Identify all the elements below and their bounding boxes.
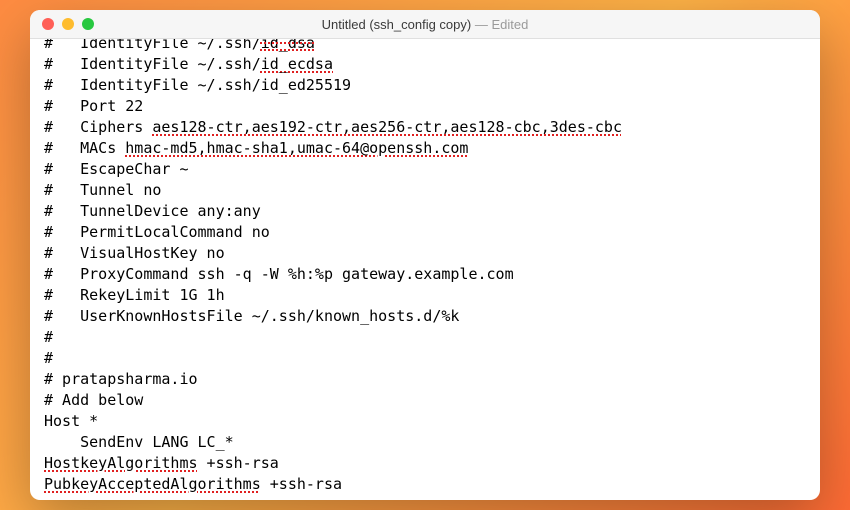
text-fragment: # ProxyCommand ssh -q -W %h:%p gateway.e…: [44, 265, 514, 283]
close-icon[interactable]: [42, 18, 54, 30]
editor-line[interactable]: # pratapsharma.io: [44, 369, 806, 390]
editor-line[interactable]: # VisualHostKey no: [44, 243, 806, 264]
editor-line[interactable]: # Port 22: [44, 96, 806, 117]
editor-line[interactable]: # IdentityFile ~/.ssh/id_ecdsa: [44, 54, 806, 75]
text-fragment: SendEnv LANG LC_*: [44, 433, 234, 451]
editor-line[interactable]: # PermitLocalCommand no: [44, 222, 806, 243]
text-fragment: # pratapsharma.io: [44, 370, 198, 388]
text-fragment: # MACs: [44, 139, 125, 157]
window-title: Untitled (ssh_config copy) — Edited: [30, 17, 820, 32]
editor-line[interactable]: PubkeyAcceptedAlgorithms +ssh-rsa: [44, 474, 806, 495]
text-fragment: # IdentityFile ~/.ssh/: [44, 39, 261, 52]
text-fragment: # UserKnownHostsFile ~/.ssh/known_hosts.…: [44, 307, 459, 325]
editor-line[interactable]: # Tunnel no: [44, 180, 806, 201]
editor-line[interactable]: Host *: [44, 411, 806, 432]
text-fragment: # PermitLocalCommand no: [44, 223, 270, 241]
zoom-icon[interactable]: [82, 18, 94, 30]
editor-line[interactable]: # EscapeChar ~: [44, 159, 806, 180]
text-fragment: # EscapeChar ~: [44, 160, 189, 178]
editor-line[interactable]: # RekeyLimit 1G 1h: [44, 285, 806, 306]
text-fragment: # IdentityFile ~/.ssh/: [44, 55, 261, 73]
editor-line[interactable]: # MACs hmac-md5,hmac-sha1,umac-64@openss…: [44, 138, 806, 159]
spellcheck-underline: id_dsa: [261, 39, 315, 52]
text-fragment: # RekeyLimit 1G 1h: [44, 286, 225, 304]
editor-line[interactable]: # IdentityFile ~/.ssh/id_dsa: [44, 39, 806, 54]
text-fragment: # Add below: [44, 391, 143, 409]
editor-line[interactable]: #: [44, 327, 806, 348]
editor-line[interactable]: # TunnelDevice any:any: [44, 201, 806, 222]
editor-window: Untitled (ssh_config copy) — Edited # Id…: [30, 10, 820, 500]
editor-line[interactable]: # ProxyCommand ssh -q -W %h:%p gateway.e…: [44, 264, 806, 285]
editor-line[interactable]: # UserKnownHostsFile ~/.ssh/known_hosts.…: [44, 306, 806, 327]
titlebar[interactable]: Untitled (ssh_config copy) — Edited: [30, 10, 820, 39]
text-fragment: # IdentityFile ~/.ssh/id_ed25519: [44, 76, 351, 94]
text-fragment: # Ciphers: [44, 118, 152, 136]
minimize-icon[interactable]: [62, 18, 74, 30]
text-fragment: Host *: [44, 412, 98, 430]
title-status: Edited: [491, 17, 528, 32]
text-fragment: # Port 22: [44, 97, 143, 115]
text-fragment: # VisualHostKey no: [44, 244, 225, 262]
editor-line[interactable]: SendEnv LANG LC_*: [44, 432, 806, 453]
editor-line[interactable]: # Ciphers aes128-ctr,aes192-ctr,aes256-c…: [44, 117, 806, 138]
text-fragment: +ssh-rsa: [198, 454, 279, 472]
spellcheck-underline: aes128-ctr,aes192-ctr,aes256-ctr,aes128-…: [152, 118, 622, 136]
editor-line[interactable]: HostkeyAlgorithms +ssh-rsa: [44, 453, 806, 474]
editor-line[interactable]: #: [44, 348, 806, 369]
spellcheck-underline: HostkeyAlgorithms: [44, 454, 198, 472]
text-fragment: #: [44, 328, 53, 346]
editor-line[interactable]: # IdentityFile ~/.ssh/id_ed25519: [44, 75, 806, 96]
spellcheck-underline: id_ecdsa: [261, 55, 333, 73]
text-fragment: #: [44, 349, 53, 367]
spellcheck-underline: hmac-md5,hmac-sha1,umac-64@openssh.com: [125, 139, 468, 157]
text-fragment: # Tunnel no: [44, 181, 161, 199]
title-main: Untitled (ssh_config copy): [322, 17, 472, 32]
spellcheck-underline: PubkeyAcceptedAlgorithms: [44, 475, 261, 493]
title-sep: —: [471, 17, 491, 32]
traffic-lights: [42, 18, 94, 30]
text-fragment: +ssh-rsa: [261, 475, 342, 493]
text-fragment: # TunnelDevice any:any: [44, 202, 261, 220]
editor-line[interactable]: # Add below: [44, 390, 806, 411]
text-editor-area[interactable]: # IdentityFile ~/.ssh/id_dsa# IdentityFi…: [30, 39, 820, 500]
